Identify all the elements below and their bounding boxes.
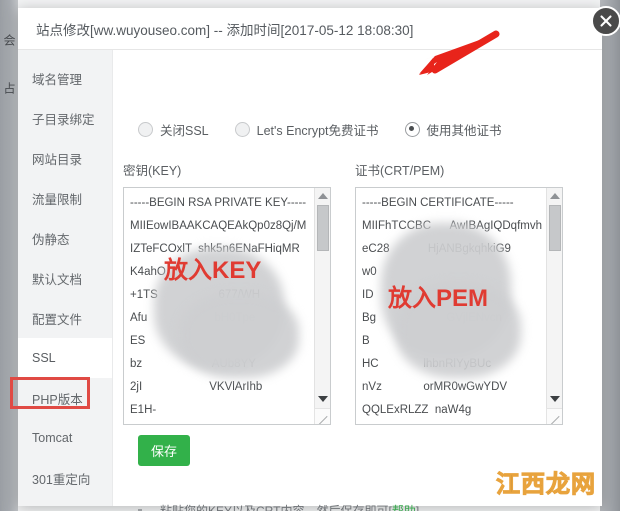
scroll-down-icon[interactable] [318, 396, 328, 402]
ssl-option-group: 关闭SSL Let's Encrypt免费证书 使用其他证书 [138, 120, 528, 139]
sidebar-item-site-dir[interactable]: 网站目录 [18, 138, 112, 178]
sidebar-item-subdir-bind[interactable]: 子目录绑定 [18, 98, 112, 138]
sidebar-item-label: PHP版本 [32, 392, 83, 407]
sidebar-item-domain[interactable]: 域名管理 [18, 58, 112, 98]
dialog-body: 域名管理 子目录绑定 网站目录 流量限制 伪静态 默认文档 配置文件 SSL P… [10, 50, 602, 511]
crt-textarea[interactable]: -----BEGIN CERTIFICATE----- MIIFhTCCBC A… [355, 187, 563, 425]
scroll-up-icon[interactable] [318, 193, 328, 199]
sidebar-item-reverse-proxy[interactable]: 反向代理 [18, 498, 112, 511]
background-right-edge [600, 0, 620, 511]
sidebar-item-config-file[interactable]: 配置文件 [18, 298, 112, 338]
sidebar-item-default-doc[interactable]: 默认文档 [18, 258, 112, 298]
radio-dot-icon [404, 122, 420, 137]
scroll-thumb[interactable] [317, 205, 329, 251]
radio-dot-icon [138, 122, 153, 137]
key-field: 密钥(KEY) -----BEGIN RSA PRIVATE KEY----- … [123, 160, 331, 425]
crt-scrollbar[interactable] [546, 188, 562, 424]
dialog-sidebar: 域名管理 子目录绑定 网站目录 流量限制 伪静态 默认文档 配置文件 SSL P… [10, 50, 113, 506]
certificate-fields: 密钥(KEY) -----BEGIN RSA PRIVATE KEY----- … [123, 160, 563, 425]
key-textarea[interactable]: -----BEGIN RSA PRIVATE KEY----- MIIEowIB… [123, 187, 331, 425]
radio-label: Let's Encrypt免费证书 [256, 124, 379, 138]
scroll-up-icon[interactable] [550, 193, 560, 199]
hint-bracket-close: ]。 [415, 504, 432, 511]
sidebar-item-label: SSL [32, 351, 56, 365]
close-x-glyph [600, 15, 612, 27]
sidebar-item-php-version[interactable]: PHP版本 [18, 378, 112, 418]
site-modify-dialog: 站点修改[ww.wuyouseo.com] -- 添加时间[2017-05-12… [10, 6, 620, 511]
crt-field: 证书(CRT/PEM) -----BEGIN CERTIFICATE----- … [355, 160, 563, 425]
help-link[interactable]: 帮助 [392, 504, 416, 511]
sidebar-item-label: 默认文档 [32, 272, 83, 287]
hint-row: 粘贴您的KEY以及CRT内容，然后保存即可[帮助]。 [138, 502, 431, 511]
hint-text: 粘贴您的KEY以及CRT内容，然后保存即可[帮助]。 [160, 502, 431, 511]
dialog-title: 站点修改[ww.wuyouseo.com] -- 添加时间[2017-05-12… [36, 22, 414, 38]
sidebar-item-label: 伪静态 [32, 232, 70, 247]
crt-textarea-value: -----BEGIN CERTIFICATE----- MIIFhTCCBC A… [362, 197, 542, 416]
sidebar-item-label: 子目录绑定 [32, 112, 95, 127]
sidebar-item-301-redirect[interactable]: 301重定向 [18, 458, 112, 498]
sidebar-item-label: Tomcat [32, 431, 73, 445]
scroll-thumb[interactable] [549, 205, 561, 251]
hint-text-before: 粘贴您的KEY以及CRT内容，然后保存即可 [160, 504, 389, 511]
sidebar-item-ssl[interactable]: SSL [18, 338, 112, 378]
radio-dot-icon [234, 122, 250, 137]
crt-resize-grip[interactable] [546, 408, 562, 424]
close-icon[interactable] [591, 6, 620, 36]
screen: 会 占 站点修改[ww.wuyouseo.com] -- 添加时间[2017-0… [0, 0, 620, 511]
crt-field-label: 证书(CRT/PEM) [355, 164, 445, 178]
key-resize-grip[interactable] [314, 408, 330, 424]
sidebar-item-label: 配置文件 [32, 312, 83, 327]
radio-other-certificate[interactable]: 使用其他证书 [404, 120, 502, 139]
radio-label: 关闭SSL [160, 124, 209, 138]
sidebar-item-traffic-limit[interactable]: 流量限制 [18, 178, 112, 218]
sidebar-item-label: 流量限制 [32, 192, 83, 207]
sidebar-item-rewrite[interactable]: 伪静态 [18, 218, 112, 258]
background-ghost-text: 会 [2, 34, 16, 45]
dialog-content: 关闭SSL Let's Encrypt免费证书 使用其他证书 密钥(KEY) -… [113, 50, 602, 511]
sidebar-item-label: 301重定向 [32, 472, 91, 487]
key-scrollbar[interactable] [314, 188, 330, 424]
dialog-header: 站点修改[ww.wuyouseo.com] -- 添加时间[2017-05-12… [18, 8, 602, 50]
sidebar-item-label: 域名管理 [32, 72, 83, 87]
key-field-label: 密钥(KEY) [123, 164, 182, 178]
sidebar-item-label: 网站目录 [32, 152, 83, 167]
scroll-down-icon[interactable] [550, 396, 560, 402]
save-button[interactable]: 保存 [138, 435, 190, 466]
radio-lets-encrypt[interactable]: Let's Encrypt免费证书 [234, 120, 379, 139]
radio-label: 使用其他证书 [426, 124, 502, 138]
key-textarea-value: -----BEGIN RSA PRIVATE KEY----- MIIEowIB… [130, 197, 307, 416]
background-ghost-text: 占 [2, 82, 16, 93]
radio-close-ssl[interactable]: 关闭SSL [138, 120, 209, 139]
sidebar-item-tomcat[interactable]: Tomcat [18, 418, 112, 458]
background-left-edge [0, 0, 18, 511]
